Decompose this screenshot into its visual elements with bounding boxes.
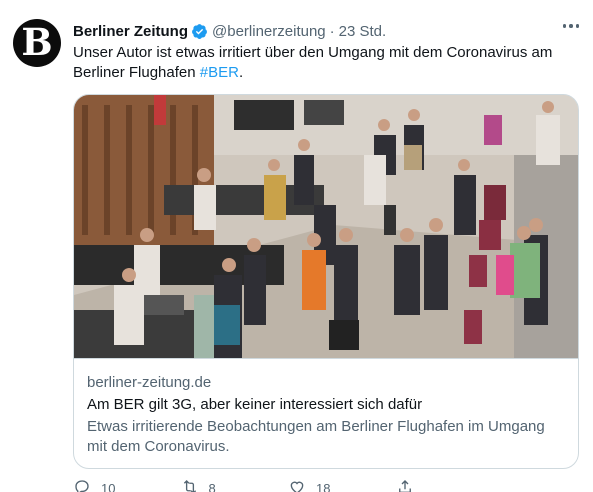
- more-icon[interactable]: [562, 24, 579, 28]
- reply-count: 10: [101, 480, 116, 492]
- retweet-button[interactable]: 8: [181, 478, 289, 492]
- author-name[interactable]: Berliner Zeitung: [73, 23, 188, 40]
- like-button[interactable]: 18: [288, 478, 396, 492]
- card-meta: berliner-zeitung.de Am BER gilt 3G, aber…: [87, 373, 567, 457]
- like-count: 18: [316, 480, 331, 492]
- tweet-timestamp[interactable]: 23 Std.: [339, 23, 387, 40]
- link-card[interactable]: berliner-zeitung.de Am BER gilt 3G, aber…: [73, 94, 579, 469]
- tweet-text-body: Unser Autor ist etwas irritiert über den…: [73, 44, 553, 81]
- share-icon: [396, 478, 414, 492]
- retweet-count: 8: [208, 480, 216, 492]
- reply-icon: [73, 478, 91, 492]
- avatar[interactable]: B: [13, 19, 61, 67]
- share-button[interactable]: [396, 478, 504, 492]
- card-image[interactable]: [74, 95, 578, 359]
- card-description: Etwas irritierende Beobachtungen am Berl…: [87, 418, 545, 455]
- author-handle[interactable]: @berlinerzeitung: [212, 23, 326, 40]
- tweet[interactable]: B Berliner Zeitung @berlinerzeitung · 23…: [0, 0, 593, 492]
- verified-badge-icon: [191, 23, 208, 40]
- retweet-icon: [181, 478, 199, 492]
- reply-button[interactable]: 10: [73, 478, 181, 492]
- card-title[interactable]: Am BER gilt 3G, aber keiner interessiert…: [87, 395, 567, 415]
- card-domain[interactable]: berliner-zeitung.de: [87, 373, 567, 393]
- tweet-header: Berliner Zeitung @berlinerzeitung · 23 S…: [73, 21, 386, 41]
- airport-photo: [74, 95, 578, 358]
- tweet-actions: 10 8 18: [73, 478, 503, 492]
- tweet-text-end: .: [238, 64, 244, 81]
- separator-dot: ·: [329, 22, 335, 40]
- avatar-logo: B: [21, 20, 53, 64]
- like-icon: [288, 478, 306, 492]
- tweet-text: Unser Autor ist etwas irritiert über den…: [73, 43, 578, 83]
- hashtag-link[interactable]: #BER: [200, 64, 239, 81]
